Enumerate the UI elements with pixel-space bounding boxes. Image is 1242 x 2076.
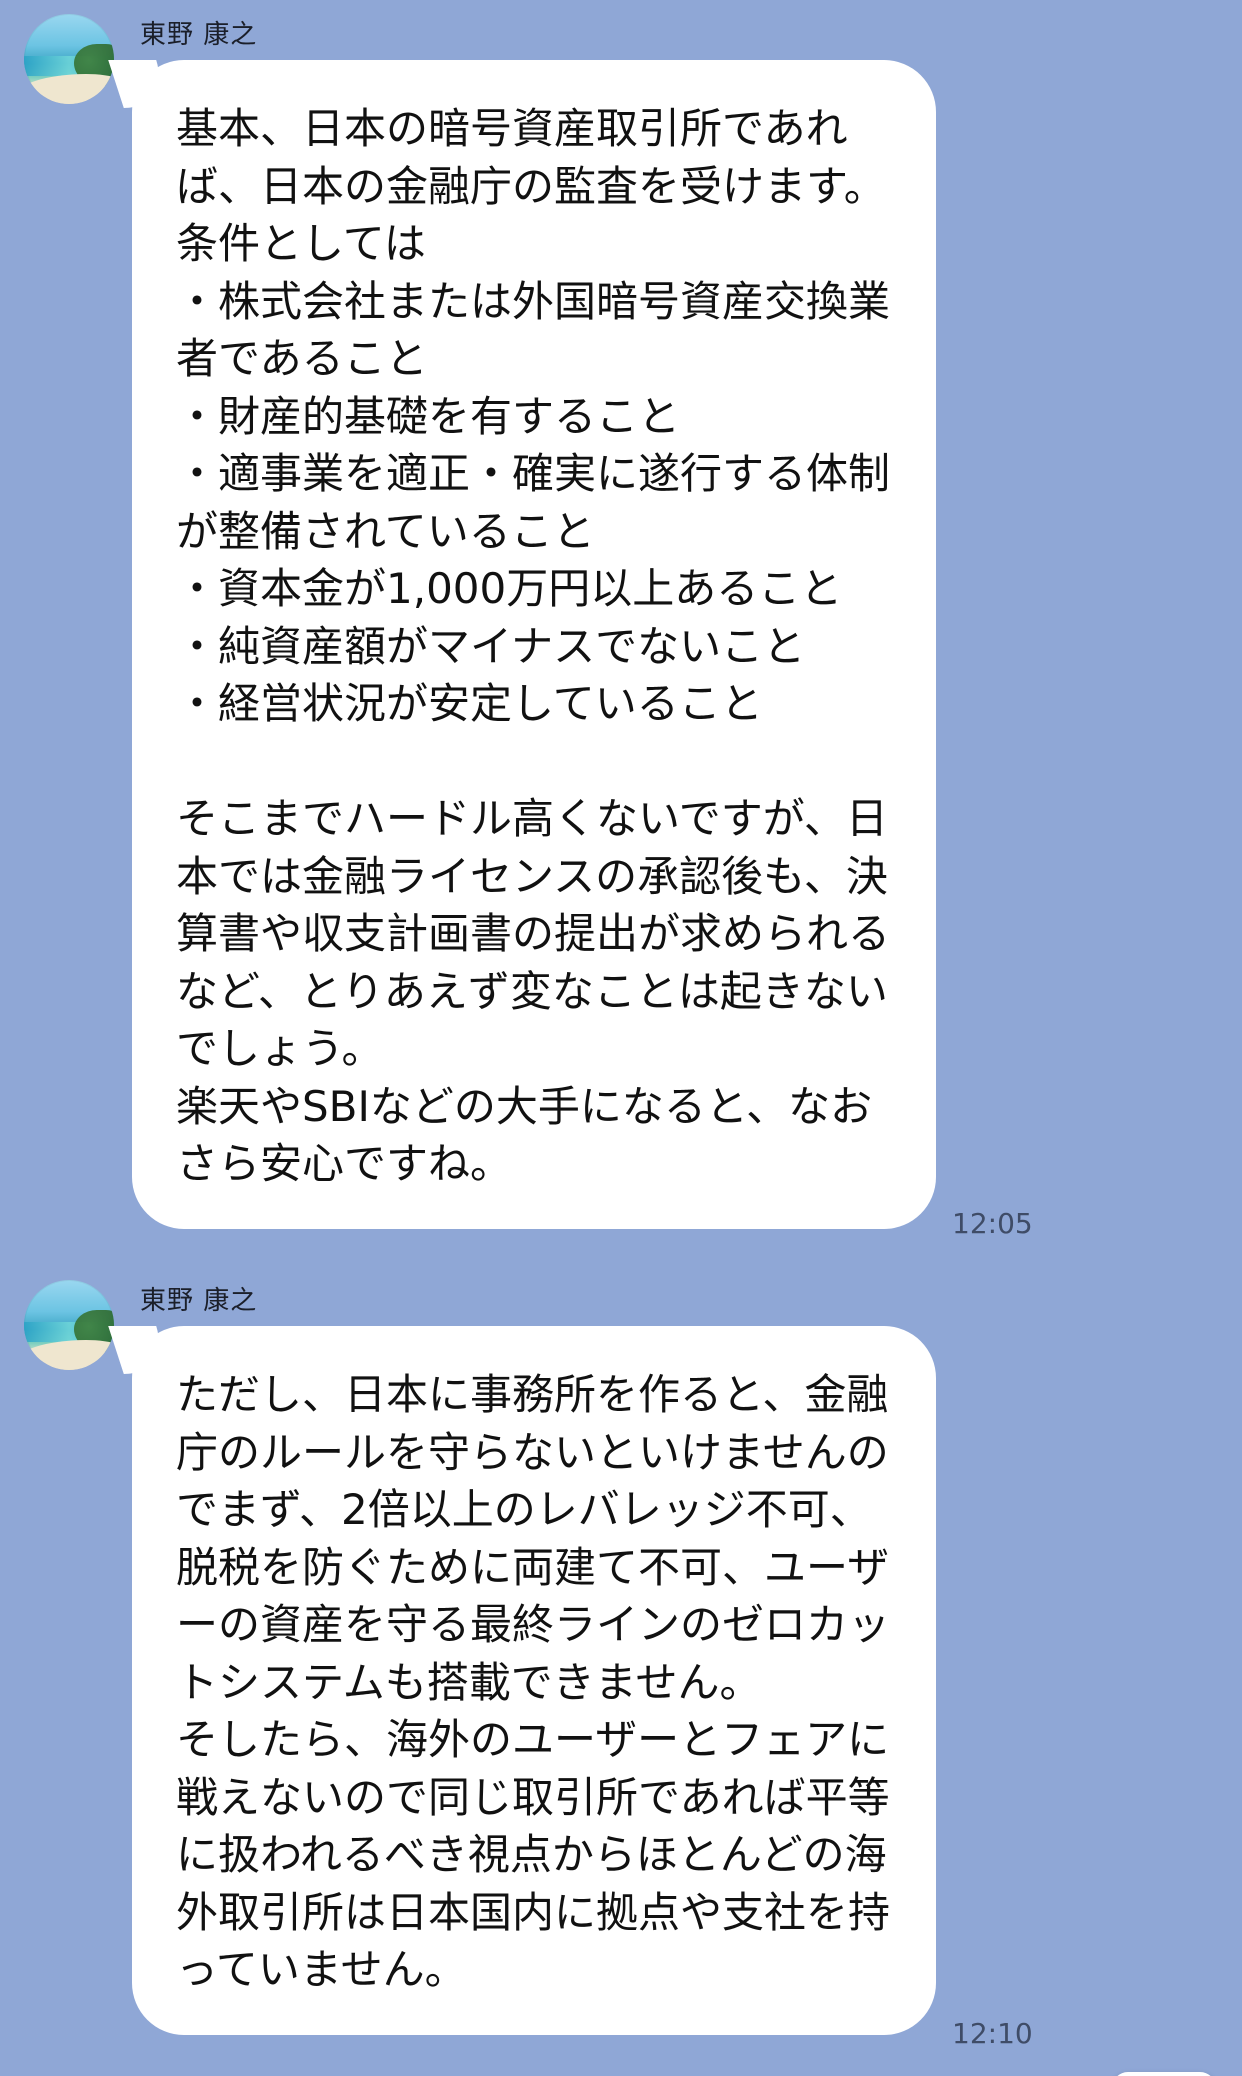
scroll-down-button[interactable]	[1112, 2072, 1216, 2076]
sender-avatar[interactable]	[24, 14, 114, 104]
sender-name: 東野 康之	[140, 1286, 258, 1316]
message-bubble[interactable]: 基本、日本の暗号資産取引所であれば、日本の金融庁の監査を受けます。 条件としては…	[132, 60, 936, 1229]
message-bubble[interactable]: ただし、日本に事務所を作ると、金融庁のルールを守らないといけませんのでまず、2倍…	[132, 1326, 936, 2035]
sender-name: 東野 康之	[140, 20, 258, 50]
sender-avatar[interactable]	[24, 1280, 114, 1370]
message-time: 12:05	[952, 1207, 1033, 1240]
chat-window[interactable]: 東野 康之 基本、日本の暗号資産取引所であれば、日本の金融庁の監査を受けます。 …	[0, 0, 1242, 2076]
message-time: 12:10	[952, 2017, 1033, 2050]
